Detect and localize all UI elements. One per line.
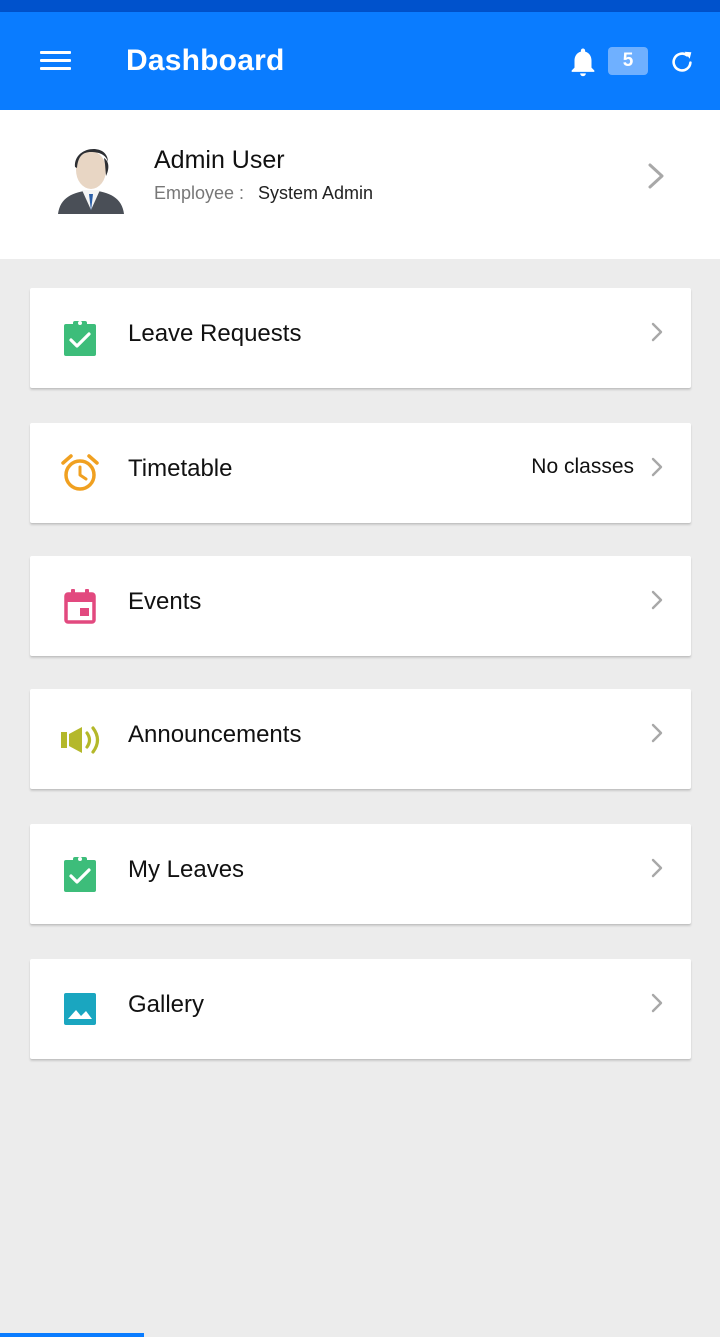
menu-item-gallery[interactable]: Gallery (30, 959, 691, 1059)
chevron-right-icon (650, 589, 664, 611)
alarm-clock-icon (60, 453, 100, 493)
calendar-icon (60, 586, 100, 626)
menu-item-timetable[interactable]: Timetable No classes (30, 423, 691, 523)
profile-name: Admin User (154, 146, 285, 174)
avatar (56, 140, 126, 214)
status-bar (0, 0, 720, 12)
chevron-right-icon (650, 992, 664, 1014)
menu-icon (40, 51, 71, 54)
menu-item-label: Announcements (128, 721, 302, 748)
menu-item-events[interactable]: Events (30, 556, 691, 656)
clipboard-check-icon (60, 318, 100, 358)
refresh-button[interactable] (668, 48, 696, 76)
menu-button[interactable] (36, 44, 76, 78)
menu-item-leave-requests[interactable]: Leave Requests (30, 288, 691, 388)
app-bar: Dashboard 5 (0, 12, 720, 110)
profile-role-label: Employee : (154, 183, 245, 203)
menu-item-label: My Leaves (128, 856, 245, 883)
menu-item-my-leaves[interactable]: My Leaves (30, 824, 691, 924)
chevron-right-icon (650, 857, 664, 879)
menu-item-value: No classes (531, 455, 634, 478)
notification-badge[interactable]: 5 (608, 47, 648, 75)
profile-card[interactable]: Admin User Employee : System Admin (0, 110, 720, 259)
menu-icon-line (40, 59, 71, 62)
menu-item-label: Gallery (128, 991, 205, 1018)
refresh-icon (672, 51, 692, 72)
chevron-right-icon (650, 456, 664, 478)
menu-item-label: Leave Requests (128, 320, 302, 347)
notifications-button[interactable] (566, 44, 600, 80)
image-icon (60, 989, 100, 1029)
menu-item-label: Timetable (128, 455, 233, 482)
page-title: Dashboard (126, 44, 285, 77)
scroll-indicator (0, 1333, 144, 1337)
menu-icon-line (40, 67, 71, 70)
megaphone-icon (60, 719, 100, 759)
chevron-right-icon (650, 722, 664, 744)
bell-icon (571, 48, 595, 77)
menu-item-announcements[interactable]: Announcements (30, 689, 691, 789)
chevron-right-icon (650, 321, 664, 343)
menu-item-label: Events (128, 588, 202, 615)
chevron-right-icon (644, 160, 668, 192)
clipboard-check-icon (60, 854, 100, 894)
profile-role-value: System Admin (258, 183, 374, 203)
